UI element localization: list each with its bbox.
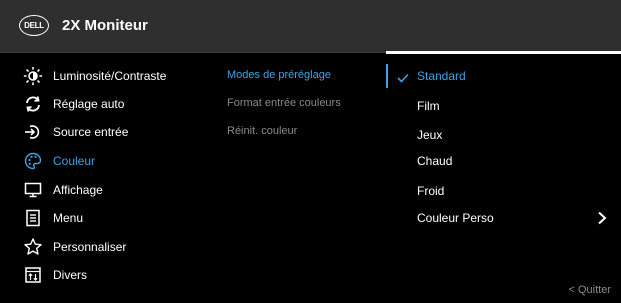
quit-button[interactable]: < Quitter — [569, 284, 612, 296]
menu-item-label: Affichage — [53, 183, 103, 197]
submenu-preset-modes[interactable]: Modes de préréglage — [227, 69, 331, 81]
submenu-input-color-format[interactable]: Format entrée couleurs — [227, 97, 341, 109]
option-film[interactable]: Film — [417, 99, 440, 113]
auto-adjust-icon — [23, 94, 43, 114]
option-standard[interactable]: Standard — [417, 69, 466, 83]
menu-item-personalize[interactable]: Personnaliser — [0, 233, 210, 261]
palette-icon — [23, 151, 43, 171]
menu-item-label: Menu — [53, 211, 84, 225]
header-divider — [0, 52, 386, 53]
menu-item-label: Personnaliser — [53, 240, 127, 254]
misc-icon — [23, 265, 43, 285]
menu-item-label: Divers — [53, 268, 88, 282]
check-icon — [397, 70, 409, 88]
monitor-title: 2X Moniteur — [62, 17, 148, 34]
submenu-reset-color[interactable]: Réinit. couleur — [227, 125, 297, 137]
menu-item-label: Réglage auto — [53, 97, 125, 111]
option-custom-color[interactable]: Couleur Perso — [417, 211, 494, 225]
brightness-icon — [23, 66, 43, 86]
menu-item-brightness-contrast[interactable]: Luminosité/Contraste — [0, 62, 210, 90]
menu-item-menu[interactable]: Menu — [0, 204, 210, 232]
dell-logo: DELL — [19, 15, 49, 36]
menu-item-misc[interactable]: Divers — [0, 261, 210, 289]
menu-item-auto-adjust[interactable]: Réglage auto — [0, 90, 210, 118]
selection-indicator — [386, 64, 388, 88]
menu-doc-icon — [23, 208, 43, 228]
chevron-right-icon[interactable] — [597, 211, 607, 230]
menu-item-display[interactable]: Affichage — [0, 176, 210, 204]
option-warm[interactable]: Chaud — [417, 154, 452, 168]
option-cool[interactable]: Froid — [417, 184, 444, 198]
title-bar: DELL 2X Moniteur — [0, 0, 621, 52]
header-highlight-divider — [386, 51, 621, 54]
menu-item-label: Source entrée — [53, 125, 129, 139]
menu-item-label: Couleur — [53, 154, 96, 168]
display-icon — [23, 180, 43, 200]
menu-item-label: Luminosité/Contraste — [53, 69, 167, 83]
star-icon — [23, 237, 43, 257]
option-games[interactable]: Jeux — [417, 128, 442, 142]
menu-item-input-source[interactable]: Source entrée — [0, 118, 210, 146]
menu-item-color[interactable]: Couleur — [0, 147, 210, 175]
input-source-icon — [23, 122, 43, 142]
